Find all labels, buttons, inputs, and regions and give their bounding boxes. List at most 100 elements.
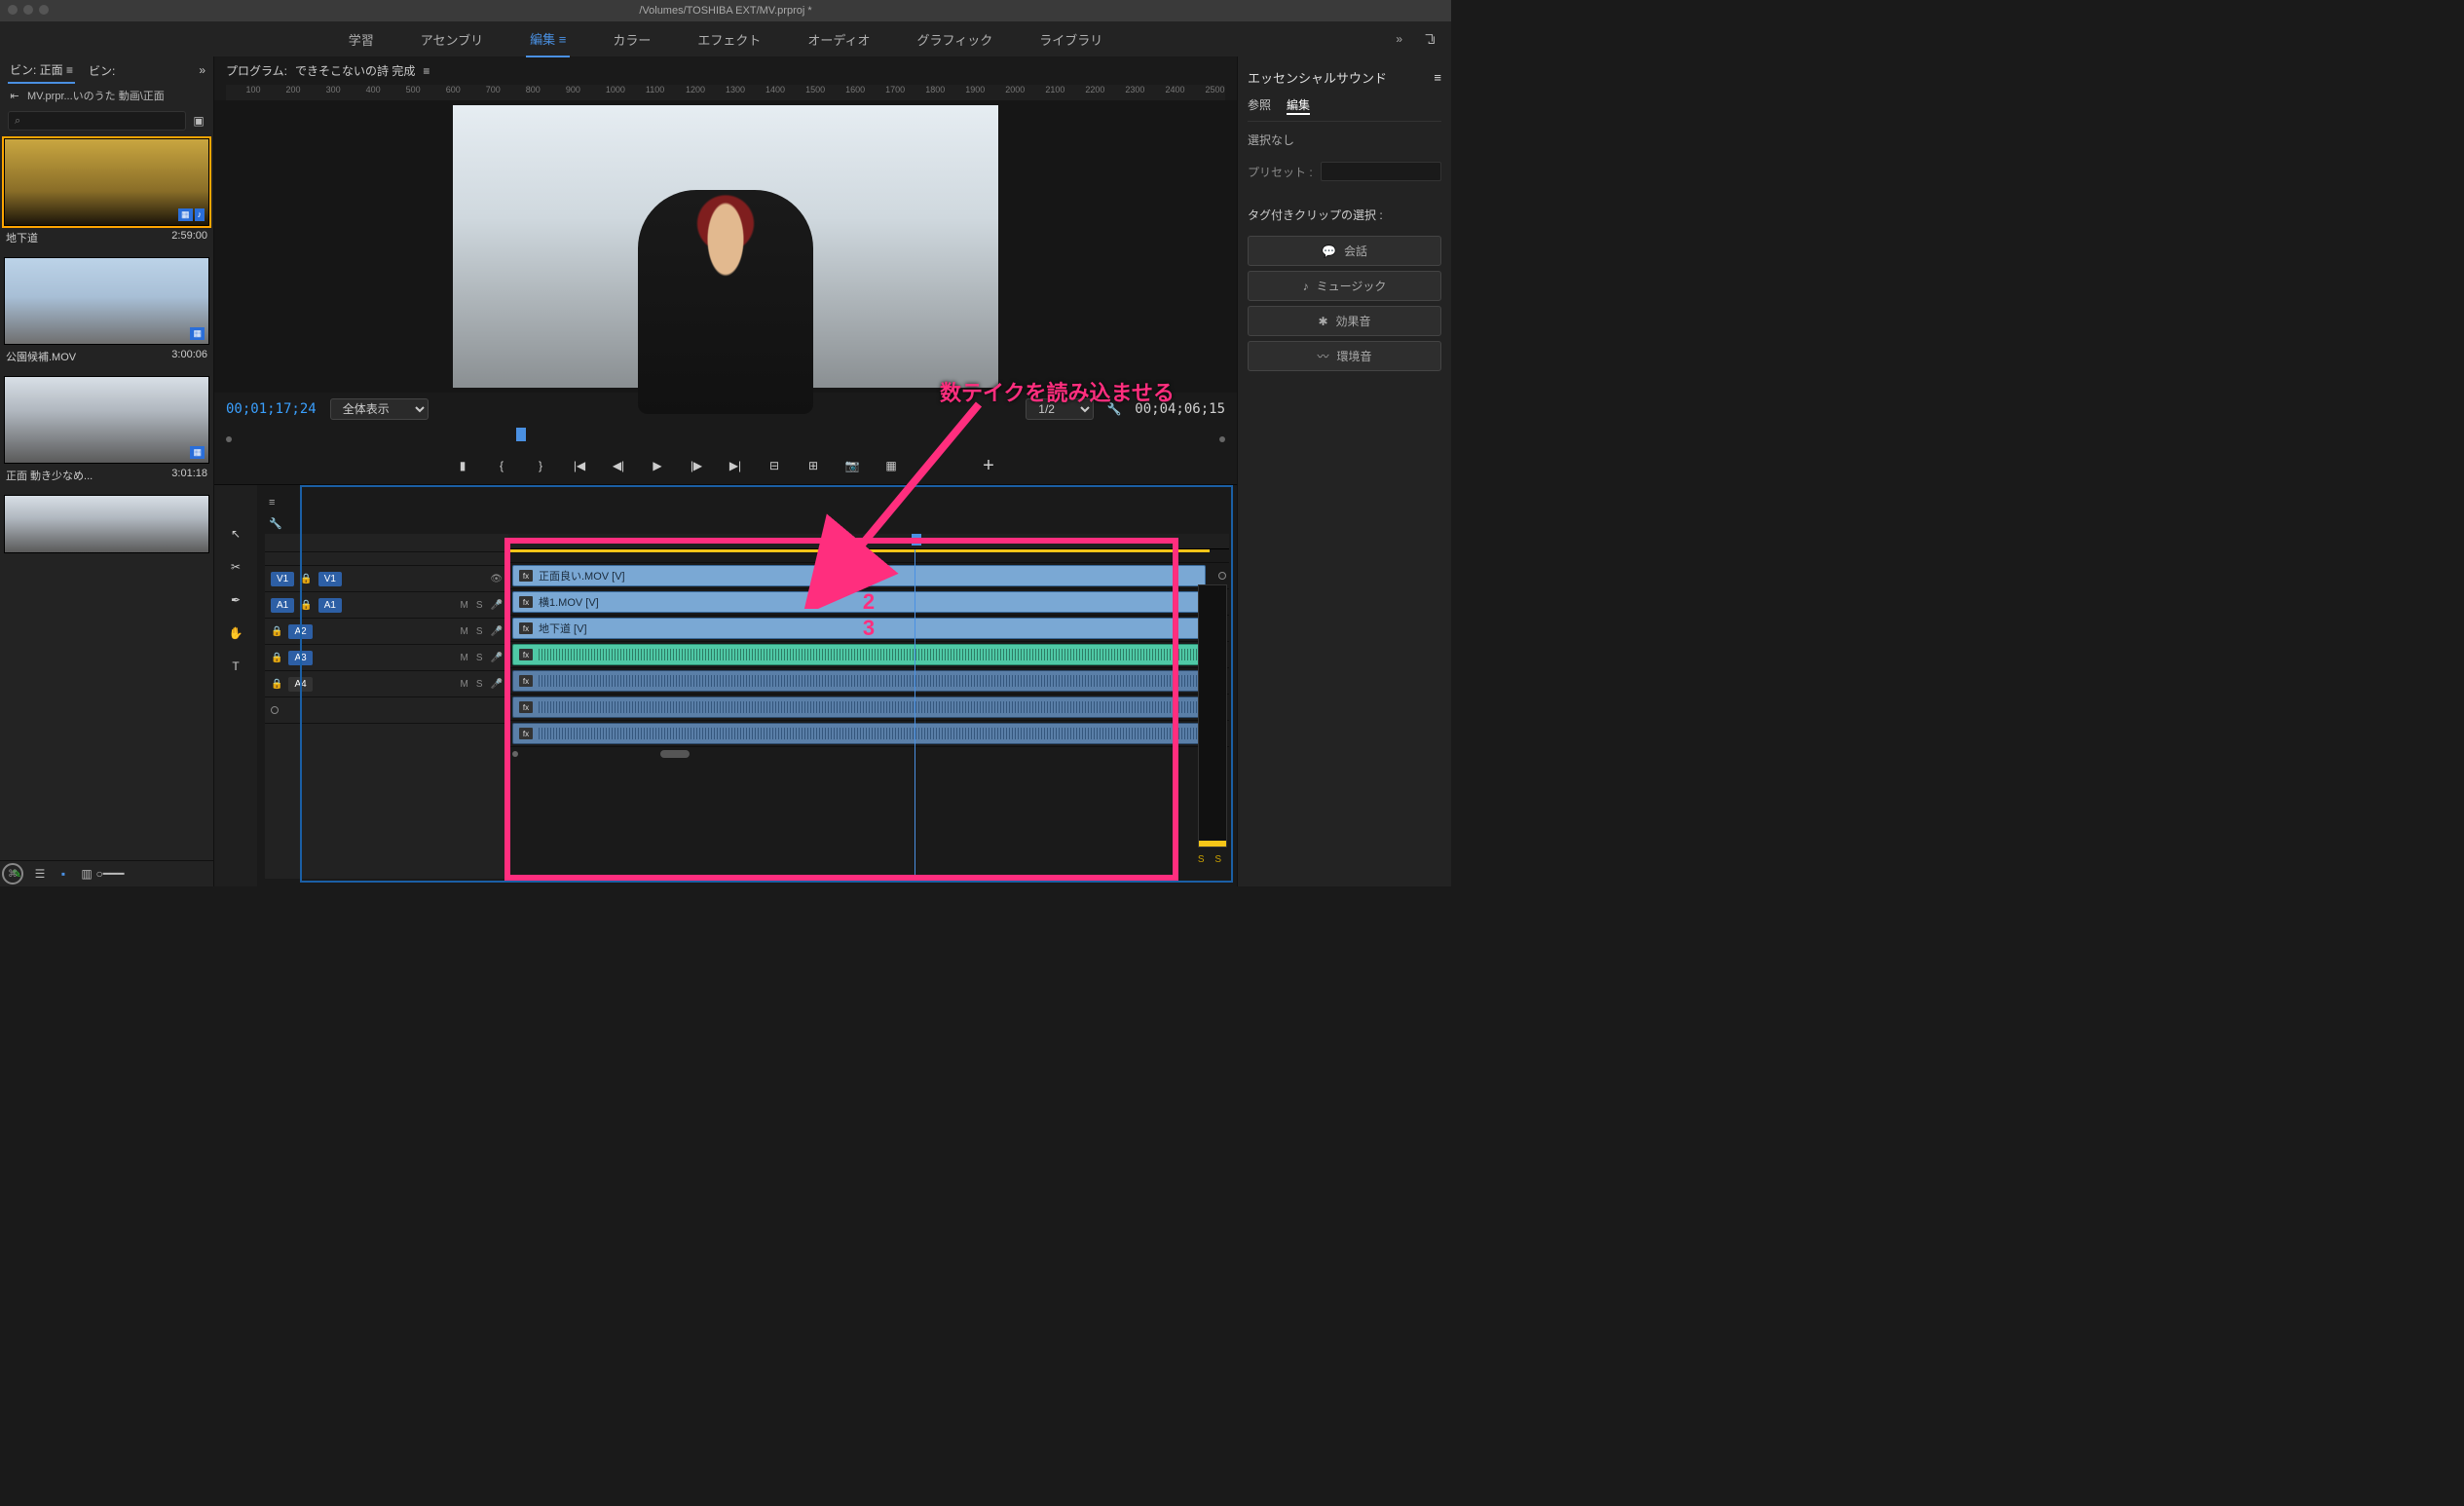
pen-tool-icon[interactable]: ✒ (226, 590, 245, 610)
zoom-slider-icon[interactable]: ○━━━ (103, 867, 117, 881)
bin-item[interactable] (4, 495, 209, 553)
step-forward-icon[interactable]: |▶ (688, 457, 705, 474)
bin-item[interactable]: ▦♪ 地下道2:59:00 (4, 138, 209, 251)
track-header-a3[interactable]: 🔒A3MS🎤 (265, 645, 508, 671)
audio-track-row[interactable]: fx (508, 668, 1229, 695)
bin-breadcrumb[interactable]: MV.prpr...いのうた 動画\正面 (27, 88, 165, 103)
timeline-tracks[interactable]: fx正面良い.MOV [V] fx横1.MOV [V] fx地下道 [V] fx (508, 534, 1229, 879)
program-monitor[interactable] (214, 100, 1237, 393)
panel-menu-icon[interactable]: ≡ (1434, 70, 1441, 85)
program-ruler[interactable]: 100 200 300 400 500 600 700 800 900 1000… (226, 85, 1225, 100)
bin-search-input[interactable] (8, 111, 186, 131)
timeline-h-scrollbar[interactable] (508, 747, 1229, 761)
workspace-tab-graphics[interactable]: グラフィック (913, 22, 996, 56)
scrollbar-thumb[interactable] (660, 750, 690, 758)
bin-tab-2[interactable]: ビン: (87, 58, 117, 83)
bin-thumbnail[interactable]: ▦ (4, 257, 209, 345)
voiceover-icon[interactable]: 🎤 (491, 679, 503, 690)
add-marker-icon[interactable]: ▮ (454, 457, 471, 474)
lift-icon[interactable]: ⊟ (765, 457, 783, 474)
bin-item[interactable]: ▦ 正面 動き少なめ...3:01:18 (4, 376, 209, 489)
es-tab-browse[interactable]: 参照 (1248, 96, 1271, 115)
mute-icon[interactable]: M (461, 679, 468, 690)
audio-track-row[interactable]: fx (508, 695, 1229, 721)
ripple-tool-icon[interactable]: ✂ (226, 557, 245, 577)
creative-cloud-icon[interactable]: ⌘ (2, 863, 23, 885)
mark-out-icon[interactable]: } (532, 457, 549, 474)
clip-audio[interactable]: fx (512, 644, 1206, 665)
solo-icon[interactable]: S (476, 626, 483, 637)
workspace-tab-color[interactable]: カラー (609, 22, 654, 56)
bin-thumbnail[interactable]: ▦♪ (4, 138, 209, 226)
play-icon[interactable]: ▶ (649, 457, 666, 474)
clip-audio[interactable]: fx (512, 670, 1206, 692)
bin-thumbnail[interactable] (4, 495, 209, 553)
list-view-icon[interactable]: ☰ (33, 867, 47, 881)
workspace-tab-assembly[interactable]: アセンブリ (417, 22, 487, 56)
panel-menu-icon[interactable]: ≡ (423, 64, 429, 78)
workspace-tab-audio[interactable]: オーディオ (803, 22, 874, 56)
workspace-tab-library[interactable]: ライブラリ (1035, 22, 1106, 56)
mute-icon[interactable]: M (461, 600, 468, 611)
go-to-in-icon[interactable]: |◀ (571, 457, 588, 474)
clip-audio[interactable]: fx (512, 723, 1206, 744)
lock-icon[interactable]: 🔒 (271, 653, 282, 663)
track-header-a1[interactable]: A1🔒A1MS🎤 (265, 592, 508, 619)
solo-icon[interactable]: S (476, 600, 483, 611)
zoom-fit-select[interactable]: 全体表示 (330, 398, 429, 420)
lock-icon[interactable]: 🔒 (300, 600, 312, 611)
maximize-window-icon[interactable] (39, 5, 49, 15)
voiceover-icon[interactable]: 🎤 (491, 626, 503, 637)
mark-in-icon[interactable]: { (493, 457, 510, 474)
es-ambience-button[interactable]: 〰環境音 (1248, 341, 1441, 371)
close-window-icon[interactable] (8, 5, 18, 15)
bin-back-icon[interactable]: ⇤ (8, 89, 21, 102)
selection-tool-icon[interactable]: ↖ (226, 524, 245, 544)
bin-thumbnail[interactable]: ▦ (4, 376, 209, 464)
lock-icon[interactable]: 🔒 (271, 679, 282, 690)
go-to-out-icon[interactable]: ▶| (727, 457, 744, 474)
audio-track-row[interactable]: fx (508, 642, 1229, 668)
mute-icon[interactable]: M (461, 626, 468, 637)
scrub-end-icon[interactable] (1219, 436, 1225, 442)
settings-wrench-icon[interactable]: 🔧 (269, 516, 282, 530)
bin-tab-front[interactable]: ビン: 正面 ≡ (8, 57, 75, 84)
clip-audio[interactable]: fx (512, 697, 1206, 718)
es-tab-edit[interactable]: 編集 (1287, 96, 1310, 115)
hand-tool-icon[interactable]: ✋ (226, 623, 245, 643)
type-tool-icon[interactable]: T (226, 657, 245, 676)
workspace-tab-editing[interactable]: 編集 ≡ (526, 21, 570, 57)
step-back-icon[interactable]: ◀| (610, 457, 627, 474)
minimize-window-icon[interactable] (23, 5, 33, 15)
workspace-overflow[interactable]: » (1396, 32, 1402, 46)
keyframe-dot-icon[interactable] (1218, 572, 1226, 580)
track-header-v3[interactable]: V1🔒V1👁 (265, 566, 508, 592)
track-header-a2[interactable]: 🔒A2MS🎤 (265, 619, 508, 645)
bin-item[interactable]: ▦ 公園候補.MOV3:00:06 (4, 257, 209, 370)
preset-select[interactable] (1321, 162, 1441, 181)
workspace-tab-effects[interactable]: エフェクト (693, 22, 765, 56)
solo-icon[interactable]: S (476, 653, 483, 663)
freeform-view-icon[interactable]: ▥ (80, 867, 93, 881)
solo-icon[interactable]: S (476, 679, 483, 690)
workspace-tab-learn[interactable]: 学習 (345, 22, 378, 56)
voiceover-icon[interactable]: 🎤 (491, 600, 503, 611)
new-bin-icon[interactable]: ▣ (192, 114, 205, 128)
export-icon[interactable] (1423, 32, 1437, 46)
voiceover-icon[interactable]: 🎤 (491, 653, 503, 663)
panel-overflow[interactable]: » (199, 63, 205, 77)
scrub-start-icon[interactable] (226, 436, 232, 442)
es-sfx-button[interactable]: ✱効果音 (1248, 306, 1441, 336)
current-timecode[interactable]: 00;01;17;24 (226, 401, 317, 417)
es-dialogue-button[interactable]: 💬会話 (1248, 236, 1441, 266)
mute-icon[interactable]: M (461, 653, 468, 663)
zoom-out-icon[interactable] (512, 751, 518, 757)
track-header-a4[interactable]: 🔒A4MS🎤 (265, 671, 508, 697)
program-scrubber[interactable] (226, 430, 1225, 447)
icon-view-icon[interactable]: ▪ (56, 867, 70, 881)
playhead-indicator[interactable] (516, 428, 526, 441)
es-music-button[interactable]: ♪ミュージック (1248, 271, 1441, 301)
audio-track-row[interactable]: fx (508, 721, 1229, 747)
timeline-menu-icon[interactable]: ≡ (269, 497, 275, 508)
clip-video[interactable]: fx地下道 [V] (512, 618, 1206, 639)
